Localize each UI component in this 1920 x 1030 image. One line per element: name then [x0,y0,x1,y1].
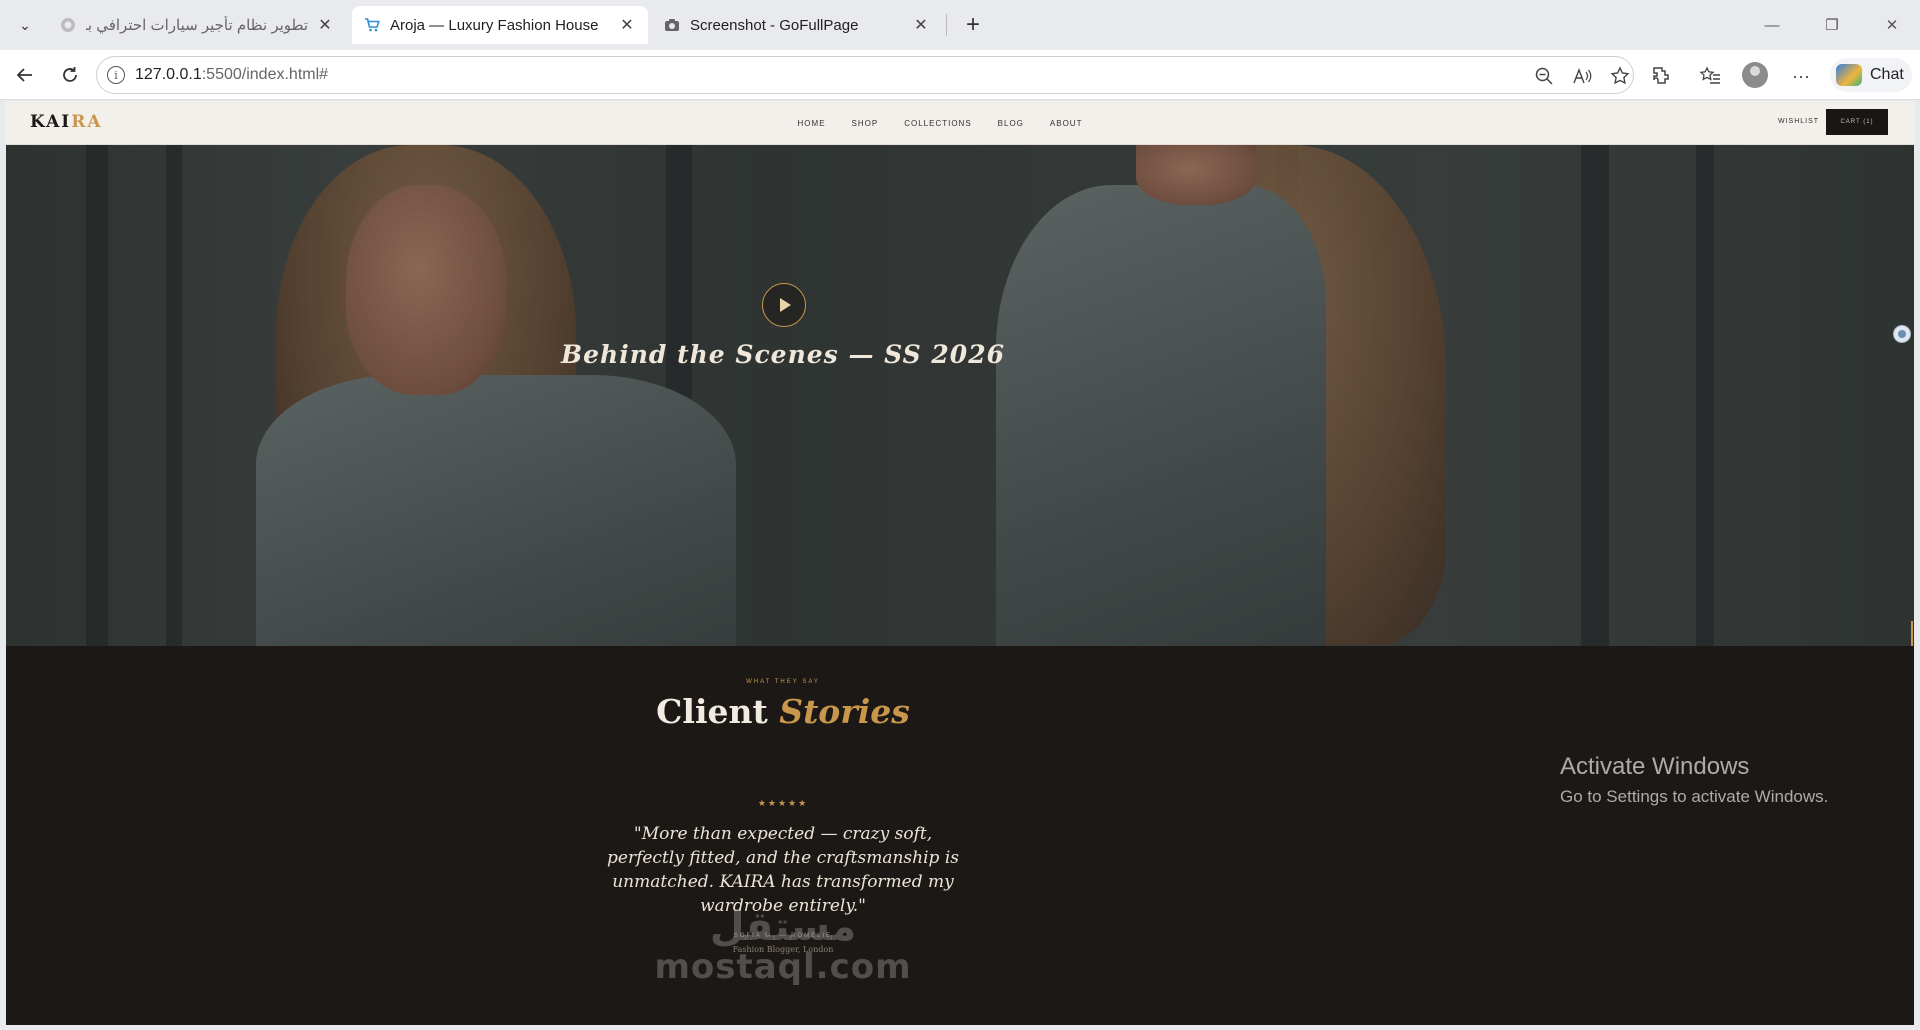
camera-icon [664,17,680,33]
close-tab-icon[interactable]: ✕ [618,15,636,35]
nav-blog[interactable]: BLOG [998,119,1024,128]
tab-title: Aroja — Luxury Fashion House [390,16,599,34]
tab-title: Screenshot - GoFullPage [690,16,859,34]
nav-shop[interactable]: SHOP [852,119,879,128]
tab-divider [946,14,947,36]
address-bar[interactable]: i 127.0.0.1:5500/index.html# [96,56,1634,94]
play-icon [780,298,791,312]
section-title: Client Stories [656,692,910,731]
page-viewport: KAIRA HOME SHOP COLLECTIONS BLOG ABOUT W… [6,101,1914,1025]
mostaql-watermark: مستقل mostaql.com [654,904,912,987]
restore-icon[interactable]: ❐ [1812,10,1852,40]
close-window-icon[interactable]: ✕ [1872,10,1912,40]
more-menu-icon[interactable]: ··· [1788,63,1814,89]
back-arrow-icon[interactable] [10,60,40,90]
floating-widget-icon[interactable] [1893,325,1911,343]
browser-toolbar: i 127.0.0.1:5500/index.html# ··· Chat [0,50,1920,100]
loading-circle-icon [60,17,76,33]
section-eyebrow: WHAT THEY SAY [746,679,820,685]
copilot-chat-button[interactable]: Chat [1830,58,1912,92]
zoom-out-icon[interactable] [1533,66,1555,86]
nav-about[interactable]: ABOUT [1050,119,1083,128]
favorites-list-icon[interactable] [1697,63,1723,89]
cart-button[interactable]: CART (1) [1826,109,1888,135]
new-tab-icon[interactable]: + [958,10,988,40]
copilot-icon [1836,64,1862,86]
activate-subtitle: Go to Settings to activate Windows. [1560,787,1829,806]
tab-list-dropdown-icon[interactable]: ⌄ [10,10,40,40]
main-nav: HOME SHOP COLLECTIONS BLOG ABOUT [6,101,1914,145]
activate-title: Activate Windows [1560,753,1750,780]
hero-title: Behind the Scenes — SS 2026 [561,340,1005,369]
wishlist-link[interactable]: WISHLIST [1778,118,1819,125]
browser-tab-strip: ⌄ تطوير نظام تأجير سيارات احترافي با... … [0,0,1920,50]
tab-aroja[interactable]: Aroja — Luxury Fashion House ✕ [352,6,648,44]
site-header: KAIRA HOME SHOP COLLECTIONS BLOG ABOUT W… [6,101,1914,145]
hero-overlay [6,145,1914,646]
rating-stars-icon: ★★★★★ [757,798,809,808]
tab-title: تطوير نظام تأجير سيارات احترافي با... [86,17,308,34]
hero-video-banner: Behind the Scenes — SS 2026 [6,145,1914,646]
minimize-icon[interactable]: — [1752,10,1792,40]
read-aloud-icon[interactable] [1571,66,1593,86]
nav-home[interactable]: HOME [798,119,826,128]
chat-label: Chat [1870,66,1904,83]
play-video-button[interactable] [762,283,806,327]
cart-icon [364,17,380,33]
extensions-icon[interactable] [1648,63,1674,89]
url-text: 127.0.0.1:5500/index.html# [135,66,329,83]
tab-car-rental[interactable]: تطوير نظام تأجير سيارات احترافي با... ✕ [48,6,346,44]
favorite-star-icon[interactable] [1609,66,1631,86]
tab-gofullpage[interactable]: Screenshot - GoFullPage ✕ [652,6,942,44]
site-info-icon[interactable]: i [107,66,125,84]
close-tab-icon[interactable]: ✕ [912,15,930,35]
close-tab-icon[interactable]: ✕ [316,15,334,35]
profile-avatar-icon[interactable] [1742,62,1768,88]
nav-collections[interactable]: COLLECTIONS [904,119,971,128]
reload-icon[interactable] [55,60,85,90]
client-stories-section: WHAT THEY SAY Client Stories ★★★★★ "More… [6,646,1914,1025]
